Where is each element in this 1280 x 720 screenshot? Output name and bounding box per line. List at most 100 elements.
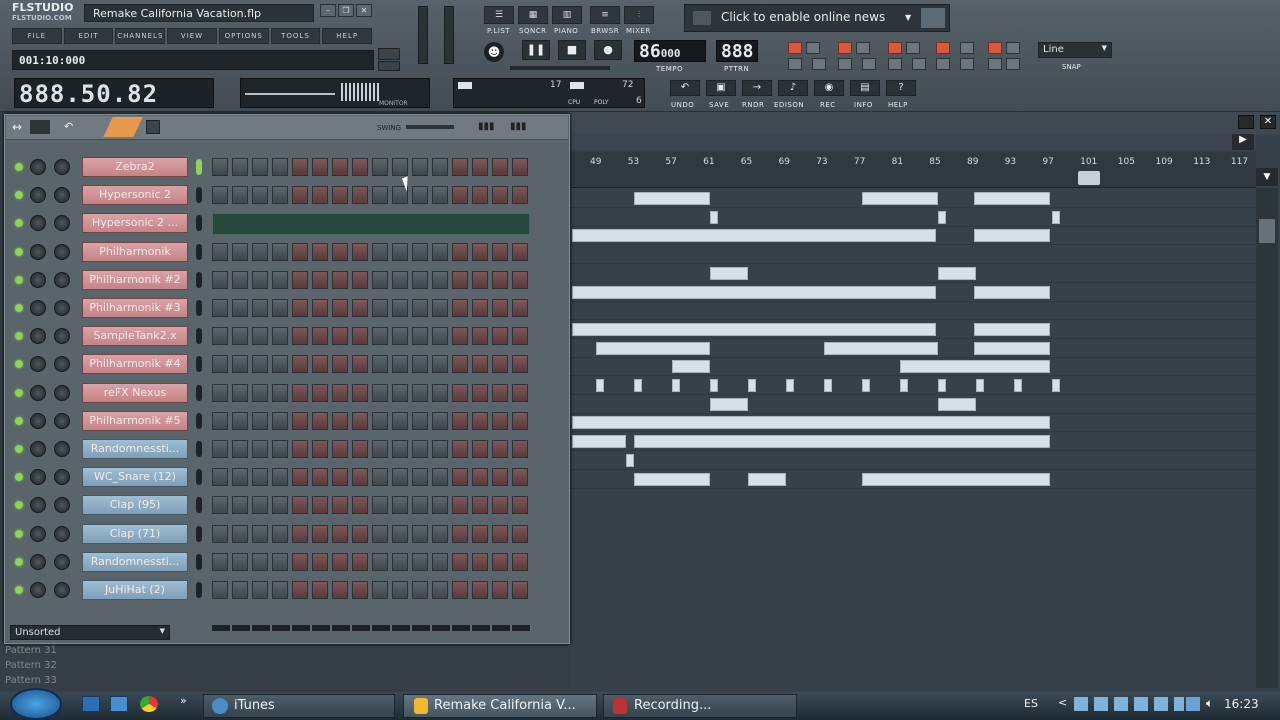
step-button[interactable]: [432, 242, 448, 261]
online-news-bar[interactable]: Click to enable online news ▼: [684, 4, 950, 32]
playlist-track[interactable]: [570, 246, 1256, 265]
channel-name-button[interactable]: Randomnessti...: [82, 439, 188, 459]
levels-icon[interactable]: ▮▮▮: [510, 121, 527, 132]
lock-icon[interactable]: [988, 58, 1002, 70]
mini-switch-2[interactable]: [378, 61, 400, 71]
step-button[interactable]: [292, 158, 308, 176]
channel-name-button[interactable]: Philharmonik #5: [82, 410, 188, 431]
channel-pan-knob[interactable]: [30, 300, 46, 316]
step-button[interactable]: [432, 524, 448, 543]
step-button[interactable]: [272, 468, 288, 487]
channel-select-indicator[interactable]: [196, 187, 202, 204]
pattern-song-toggle-icon[interactable]: [788, 42, 802, 54]
channel-name-button[interactable]: Clap (71): [82, 523, 188, 544]
step-button[interactable]: [432, 552, 448, 571]
channel-volume-knob[interactable]: [54, 300, 70, 316]
menu-edit[interactable]: EDIT: [63, 28, 114, 44]
step-button[interactable]: [292, 440, 308, 458]
step-button[interactable]: [232, 186, 248, 205]
bars-icon[interactable]: ▮▮▮: [478, 121, 495, 132]
step-button[interactable]: [492, 411, 508, 430]
step-button[interactable]: [492, 299, 508, 317]
channel-filter-select[interactable]: Unsorted ▼: [10, 625, 170, 640]
step-button[interactable]: [352, 496, 368, 515]
step-button[interactable]: [212, 158, 228, 176]
step-button[interactable]: [392, 411, 408, 430]
mini-switch[interactable]: [378, 48, 400, 60]
step-button[interactable]: [432, 327, 448, 346]
menu-channels[interactable]: CHANNELS: [115, 28, 166, 44]
step-button[interactable]: [472, 158, 488, 176]
channel-pan-knob[interactable]: [30, 441, 46, 457]
step-button[interactable]: [492, 270, 508, 289]
step-button[interactable]: [252, 299, 268, 317]
step-button[interactable]: [472, 581, 488, 599]
step-button[interactable]: [332, 468, 348, 487]
song-marker-icon[interactable]: [1078, 171, 1100, 185]
channel-volume-knob[interactable]: [54, 159, 70, 175]
swing-slider[interactable]: [406, 125, 454, 129]
tray-icons[interactable]: [1074, 697, 1184, 711]
undo-icon[interactable]: ↶: [64, 120, 73, 133]
step-edit-icon[interactable]: [806, 42, 820, 54]
channel-name-button[interactable]: Randomnessti...: [82, 551, 188, 572]
step-button[interactable]: [252, 158, 268, 176]
position-slider[interactable]: [510, 66, 610, 70]
channel-select-indicator[interactable]: [196, 497, 202, 514]
channel-mute-led[interactable]: [15, 416, 23, 425]
step-button[interactable]: [332, 186, 348, 205]
step-button[interactable]: [292, 496, 308, 515]
step-button[interactable]: [352, 270, 368, 289]
channel-select-indicator[interactable]: [196, 582, 202, 598]
close-icon[interactable]: ✕: [1260, 115, 1276, 129]
step-button[interactable]: [272, 440, 288, 458]
step-button[interactable]: [372, 411, 388, 430]
step-button[interactable]: [472, 327, 488, 346]
step-button[interactable]: [312, 496, 328, 515]
step-button[interactable]: [432, 411, 448, 430]
step-button[interactable]: [372, 270, 388, 289]
pattern-item[interactable]: Pattern 31: [0, 645, 130, 660]
channel-pan-knob[interactable]: [30, 215, 46, 232]
step-button[interactable]: [512, 440, 528, 458]
channel-volume-knob[interactable]: [54, 215, 70, 232]
step-button[interactable]: [332, 355, 348, 374]
step-button[interactable]: [452, 411, 468, 430]
channel-select-indicator[interactable]: [196, 159, 202, 175]
step-button[interactable]: [372, 496, 388, 515]
step-button[interactable]: [232, 468, 248, 487]
step-button[interactable]: [472, 440, 488, 458]
step-button[interactable]: [452, 552, 468, 571]
menu-tools[interactable]: TOOLS: [270, 28, 321, 44]
channel-mute-led[interactable]: [15, 219, 23, 228]
pattern-clip[interactable]: [938, 210, 946, 224]
step-button[interactable]: [312, 524, 328, 543]
channel-volume-knob[interactable]: [54, 497, 70, 514]
step-button[interactable]: [412, 383, 428, 402]
step-button[interactable]: [212, 496, 228, 515]
step-button[interactable]: [412, 581, 428, 599]
channel-mute-led[interactable]: [15, 191, 23, 200]
step-button[interactable]: [352, 383, 368, 402]
step-button[interactable]: [212, 524, 228, 543]
pattern-clip[interactable]: [710, 210, 718, 224]
pencil-tool-icon[interactable]: [103, 117, 143, 137]
step-button[interactable]: [512, 327, 528, 346]
channel-volume-knob[interactable]: [54, 469, 70, 486]
step-button[interactable]: [312, 383, 328, 402]
step-button[interactable]: [212, 440, 228, 458]
cycle-icon[interactable]: [862, 58, 876, 70]
pattern-clip[interactable]: [634, 379, 642, 392]
step-button[interactable]: [432, 186, 448, 205]
step-button[interactable]: [312, 411, 328, 430]
step-button[interactable]: [452, 468, 468, 487]
playlist-track[interactable]: [570, 452, 1256, 470]
step-button[interactable]: [352, 581, 368, 599]
pattern-clip[interactable]: [862, 472, 1050, 486]
overdub-icon[interactable]: [988, 42, 1002, 54]
taskbar-itunes[interactable]: iTunes: [203, 694, 395, 718]
step-button[interactable]: [332, 383, 348, 402]
typing-keyboard-icon[interactable]: [888, 42, 902, 54]
channel-volume-knob[interactable]: [54, 553, 70, 570]
step-button[interactable]: [472, 552, 488, 571]
